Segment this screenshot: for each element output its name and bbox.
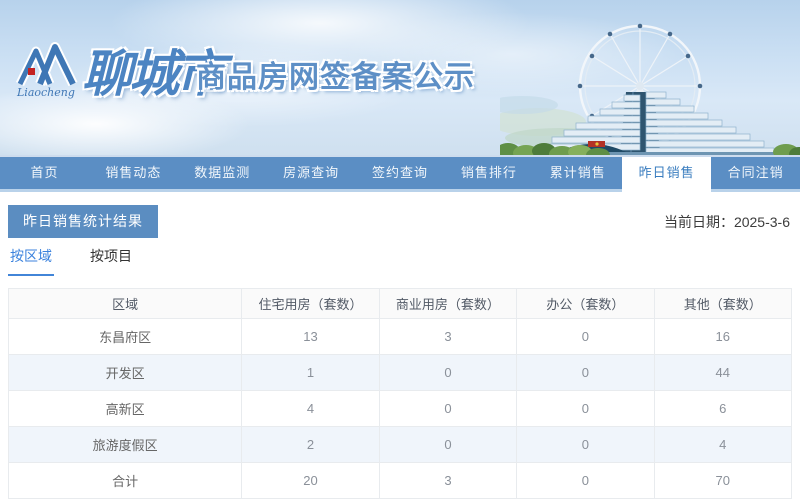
cell-value: 20: [241, 462, 380, 499]
cell-value: 44: [653, 354, 793, 391]
table-row-total: 合计 20 3 0 70: [7, 462, 793, 499]
cell-region: 合计: [7, 462, 243, 499]
col-header-region: 区域: [7, 288, 243, 319]
cell-value: 0: [378, 354, 518, 391]
nav-item-contract-cancellation[interactable]: 合同注销: [711, 157, 800, 189]
liaocheng-logo-icon: Liaocheng: [16, 42, 78, 99]
cell-value: 0: [516, 426, 655, 463]
nav-item-listing-query[interactable]: 房源查询: [267, 157, 356, 189]
cell-value: 0: [378, 390, 518, 427]
cell-value: 13: [241, 318, 380, 355]
cell-value: 0: [516, 390, 655, 427]
nav-item-home[interactable]: 首页: [0, 157, 89, 189]
sales-table: 区域 住宅用房（套数） 商业用房（套数） 办公（套数） 其他（套数） 东昌府区 …: [7, 288, 793, 499]
cell-value: 6: [653, 390, 793, 427]
cell-value: 1: [241, 354, 380, 391]
main-nav: 首页 销售动态 数据监测 房源查询 签约查询 销售排行 累计销售 昨日销售 合同…: [0, 157, 800, 192]
nav-item-signing-query[interactable]: 签约查询: [356, 157, 445, 189]
ferris-wheel-building-illustration: [500, 23, 800, 155]
nav-item-data-monitoring[interactable]: 数据监测: [178, 157, 267, 189]
cell-region: 旅游度假区: [7, 426, 243, 463]
table-row: 开发区 1 0 0 44: [7, 354, 793, 391]
tab-by-region[interactable]: 按区域: [8, 246, 54, 276]
cell-value: 2: [241, 426, 380, 463]
cell-value: 0: [516, 354, 655, 391]
cell-value: 0: [516, 318, 655, 355]
current-date-label: 当前日期：2025-3-6: [663, 214, 790, 230]
table-header-row: 区域 住宅用房（套数） 商业用房（套数） 办公（套数） 其他（套数）: [7, 288, 793, 319]
cell-value: 70: [653, 462, 793, 499]
cell-value: 0: [516, 462, 655, 499]
cell-value: 3: [378, 462, 518, 499]
site-banner: Liaocheng 聊城市 商品房网签备案公示: [0, 0, 800, 157]
col-header-office: 办公（套数）: [516, 288, 655, 319]
table-row: 旅游度假区 2 0 0 4: [7, 426, 793, 463]
cell-value: 4: [653, 426, 793, 463]
col-header-residential: 住宅用房（套数）: [241, 288, 380, 319]
nav-item-sales-ranking[interactable]: 销售排行: [444, 157, 533, 189]
col-header-other: 其他（套数）: [653, 288, 793, 319]
table-row: 高新区 4 0 0 6: [7, 390, 793, 427]
banner-title: 商品房网签备案公示: [196, 61, 475, 94]
cell-region: 东昌府区: [7, 318, 243, 355]
nav-item-yesterday-sales[interactable]: 昨日销售: [622, 157, 712, 192]
nav-item-sales-dynamics[interactable]: 销售动态: [89, 157, 178, 189]
view-tabs: 按区域 按项目: [8, 246, 134, 276]
logo-wordmark: Liaocheng: [16, 86, 75, 99]
cell-value: 3: [378, 318, 518, 355]
cell-value: 4: [241, 390, 380, 427]
tab-by-project[interactable]: 按项目: [88, 246, 134, 276]
cell-value: 16: [653, 318, 793, 355]
nav-item-cumulative-sales[interactable]: 累计销售: [533, 157, 622, 189]
cell-region: 开发区: [7, 354, 243, 391]
section-title-badge: 昨日销售统计结果: [8, 205, 158, 238]
main-content: 昨日销售统计结果 当前日期：2025-3-6 按区域 按项目 区域 住宅用房（套…: [0, 192, 800, 499]
col-header-commercial: 商业用房（套数）: [378, 288, 518, 319]
cell-value: 0: [378, 426, 518, 463]
table-row: 东昌府区 13 3 0 16: [7, 318, 793, 355]
cell-region: 高新区: [7, 390, 243, 427]
